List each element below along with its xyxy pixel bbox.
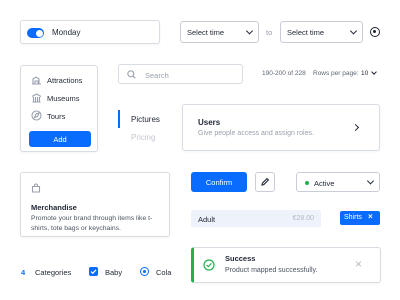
sidebar-item-label: Tours <box>47 112 66 121</box>
monday-toggle[interactable] <box>27 28 44 38</box>
merchandise-description: Promote your brand through items like t-… <box>31 215 153 232</box>
close-icon[interactable]: × <box>368 212 373 221</box>
shirts-tag[interactable]: Shirts × <box>340 211 380 225</box>
categories-count: 4 <box>21 268 26 277</box>
search-input[interactable]: Search <box>118 64 243 84</box>
chevron-down-icon <box>366 177 375 185</box>
tab-label: Pictures <box>131 115 160 124</box>
rows-per-page-select[interactable]: 10 <box>359 67 381 79</box>
pagination-range: 190-200 of 228 <box>262 70 306 77</box>
tab-label: Pricing <box>131 133 156 142</box>
toggle-knob <box>35 29 43 37</box>
check-circle-icon <box>203 259 215 271</box>
pencil-icon <box>261 177 270 186</box>
sidebar-item-museums[interactable]: Museums <box>31 92 93 104</box>
add-button-label: Add <box>53 134 67 144</box>
sidebar-card: Attractions Museums Tours Add <box>20 65 98 152</box>
toggle-label: Monday <box>52 28 81 37</box>
sidebar-item-label: Museums <box>47 94 80 103</box>
tours-icon <box>31 110 42 121</box>
price-row[interactable]: Adult €28.00 <box>191 210 321 227</box>
museum-icon <box>31 93 42 103</box>
start-time-placeholder: Select time <box>187 27 225 37</box>
success-toast: Success Product mapped successfully. × <box>191 247 381 283</box>
status-select[interactable]: Active <box>296 172 380 192</box>
baby-checkbox[interactable] <box>89 267 98 276</box>
users-card-title: Users <box>198 118 221 127</box>
baby-checkbox-label: Baby <box>105 268 123 277</box>
edit-button[interactable] <box>255 172 275 192</box>
users-card-description: Give people access and assign roles. <box>198 130 314 137</box>
chevron-down-icon <box>245 27 254 35</box>
radio-selected-icon[interactable] <box>370 27 380 37</box>
search-placeholder: Search <box>145 71 169 80</box>
confirm-button[interactable]: Confirm <box>191 172 247 192</box>
cola-radio[interactable] <box>140 267 149 276</box>
rows-per-page-value: 10 <box>361 70 369 77</box>
rows-per-page-label: Rows per page: <box>313 70 359 77</box>
tag-label: Shirts <box>344 214 362 221</box>
start-time-select[interactable]: Select time <box>180 21 259 43</box>
shopping-bag-icon <box>31 183 41 193</box>
close-icon[interactable]: × <box>355 257 362 271</box>
confirm-button-label: Confirm <box>205 177 233 187</box>
tab-pictures[interactable]: Pictures <box>118 110 168 128</box>
chevron-down-icon <box>349 27 358 35</box>
status-dot <box>305 181 309 185</box>
chevron-down-icon <box>371 69 377 75</box>
status-value: Active <box>314 179 335 188</box>
users-card[interactable]: Users Give people access and assign role… <box>182 104 380 151</box>
chevron-right-icon <box>351 123 360 132</box>
toast-message: Product mapped successfully. <box>225 267 318 274</box>
sidebar-item-attractions[interactable]: Attractions <box>31 74 93 86</box>
sidebar-item-label: Attractions <box>47 76 83 85</box>
price-row-label: Adult <box>198 215 216 224</box>
toast-title: Success <box>225 254 256 263</box>
time-range-separator: to <box>266 28 273 37</box>
add-button[interactable]: Add <box>29 131 91 147</box>
tab-pricing[interactable]: Pricing <box>118 130 168 146</box>
sidebar-item-tours[interactable]: Tours <box>31 110 93 122</box>
end-time-select[interactable]: Select time <box>280 21 363 43</box>
attractions-icon <box>32 76 41 85</box>
cola-radio-label: Cola <box>156 268 172 277</box>
checkmark-icon <box>90 269 97 275</box>
search-icon <box>127 70 136 79</box>
active-tab-indicator <box>118 110 120 128</box>
merchandise-title: Merchandise <box>31 203 77 212</box>
merchandise-card[interactable]: Merchandise Promote your brand through i… <box>20 172 170 237</box>
end-time-placeholder: Select time <box>287 27 325 37</box>
price-row-value: €28.00 <box>292 215 314 222</box>
categories-label: Categories <box>35 268 72 277</box>
toggle-card: Monday <box>20 20 160 44</box>
